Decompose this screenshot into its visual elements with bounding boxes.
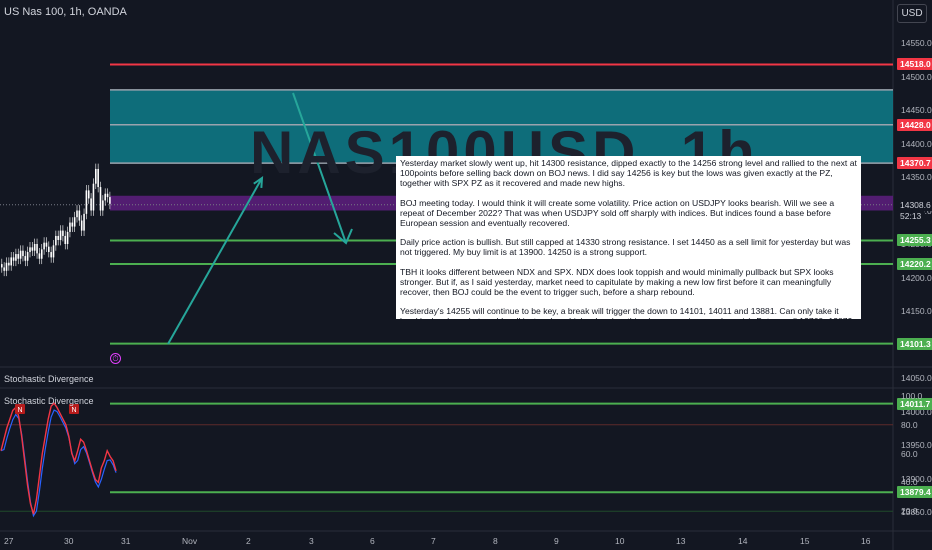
note-paragraph-4: TBH it looks different between NDX and S… — [400, 266, 834, 298]
price-level-tag: 14428.0 — [897, 118, 932, 131]
candle-body — [76, 210, 78, 218]
candle-body — [43, 242, 45, 250]
time-axis-label: 15 — [800, 536, 810, 546]
price-level-tag: 14308.6 — [897, 198, 932, 211]
candle-body — [8, 262, 10, 266]
candle-body — [73, 217, 76, 227]
candle-body — [104, 193, 106, 201]
candle-body — [80, 220, 83, 231]
note-paragraph-3: Daily price action is bullish. But still… — [400, 237, 851, 258]
candle-body — [102, 200, 104, 211]
candle-body — [3, 267, 5, 271]
time-axis-label: 16 — [861, 536, 871, 546]
price-level-tag: 13879.4 — [897, 486, 932, 499]
candle-body — [40, 249, 43, 259]
price-axis-label: 14400.0 — [901, 138, 932, 149]
time-axis-label: 2 — [246, 536, 251, 546]
oscillator-axis-label: 60.0 — [901, 448, 918, 459]
price-axis-label: 14150.0 — [901, 306, 932, 316]
stochastic-d-line — [0, 409, 117, 518]
candle-body — [31, 247, 34, 251]
time-axis-label: 30 — [64, 536, 74, 546]
candle-body — [99, 187, 102, 211]
time-axis-label: 6 — [370, 536, 375, 546]
candle-body — [10, 257, 12, 266]
symbol-title[interactable]: US Nas 100, 1h, OANDA — [4, 6, 127, 18]
candle-body — [22, 250, 24, 257]
candle-body — [95, 168, 97, 184]
price-level-tag: 14101.3 — [897, 337, 932, 350]
candle-body — [26, 252, 29, 261]
candle-body — [64, 235, 67, 244]
oscillator-axis-label: 40.0 — [901, 477, 918, 488]
time-axis-label: Nov — [182, 536, 198, 546]
price-axis-label: 14350.0 — [901, 172, 932, 182]
oscillator-pane-label[interactable]: Stochastic Divergence — [4, 374, 94, 384]
price-level-tag: 14518.0 — [897, 58, 932, 71]
currency-button[interactable]: USD — [897, 4, 927, 23]
time-axis-label: 9 — [554, 536, 559, 546]
time-axis-label: 7 — [431, 536, 436, 546]
oscillator-axis-label: 20.0 — [901, 506, 918, 517]
candle-body — [24, 256, 27, 261]
candle-body — [62, 230, 64, 236]
candle-body — [66, 231, 69, 244]
candle-body — [55, 235, 57, 246]
candle-body — [85, 190, 88, 214]
candle-body — [69, 222, 71, 232]
stochastic-k-line — [0, 402, 117, 515]
candle-body — [90, 198, 92, 211]
candle-body — [83, 213, 85, 231]
candle-body — [97, 168, 99, 188]
candle-body — [1, 264, 3, 268]
candle-body — [5, 262, 8, 271]
alert-clock-icon[interactable]: ⏱ — [110, 353, 121, 364]
candle-body — [87, 190, 90, 199]
candle-body — [57, 235, 59, 240]
price-axis-label: 14500.0 — [901, 71, 932, 82]
candle-body — [59, 230, 62, 240]
candle-body — [19, 250, 22, 259]
price-level-tag: 52:13 — [897, 209, 925, 222]
candle-body — [29, 247, 31, 253]
note-paragraph-2: BOJ meeting today. I would think it will… — [400, 197, 835, 229]
price-level-tag: 14220.2 — [897, 257, 932, 270]
candle-body — [33, 244, 36, 251]
oscillator-title[interactable]: Stochastic Divergence — [4, 396, 94, 406]
candle-body — [78, 210, 81, 221]
candle-body — [71, 222, 74, 227]
candle-body — [36, 244, 38, 254]
oscillator-axis-label: 80.0 — [901, 419, 918, 430]
candle-body — [15, 254, 17, 261]
price-axis-label: 14550.0 — [901, 38, 932, 48]
analysis-note[interactable]: Yesterday market slowly went up, hit 143… — [396, 156, 861, 319]
divergence-marker-label: N — [71, 407, 76, 414]
candle-body — [50, 252, 52, 258]
candle-body — [52, 245, 55, 258]
time-axis-label: 14 — [738, 536, 748, 546]
oscillator-axis-label: 100.0 — [901, 391, 923, 401]
price-level-tag: 14255.3 — [897, 234, 932, 247]
price-axis-label: 14450.0 — [901, 105, 932, 115]
price-axis-label: 14050.0 — [901, 373, 932, 383]
time-axis-label: 13 — [676, 536, 686, 546]
time-axis-label: 31 — [121, 536, 131, 546]
time-axis-label: 27 — [4, 536, 14, 546]
candle-body — [109, 197, 111, 204]
candle-body — [45, 242, 48, 247]
candle-body — [92, 183, 95, 211]
note-paragraph-5: Yesterday's 14255 will continue to be ke… — [400, 306, 852, 319]
price-level-tag: 14370.7 — [897, 157, 932, 170]
note-paragraph-1: Yesterday market slowly went up, hit 143… — [400, 158, 857, 189]
time-axis-label: 8 — [493, 536, 498, 546]
candle-body — [38, 253, 41, 259]
time-axis-label: 3 — [309, 536, 314, 546]
candle-body — [17, 254, 20, 259]
candle-body — [106, 193, 109, 198]
price-axis-label: 14200.0 — [901, 272, 932, 283]
candle-body — [48, 246, 50, 253]
candle-body — [12, 257, 15, 261]
time-axis-label: 10 — [615, 536, 625, 546]
divergence-marker-label: N — [17, 407, 22, 414]
